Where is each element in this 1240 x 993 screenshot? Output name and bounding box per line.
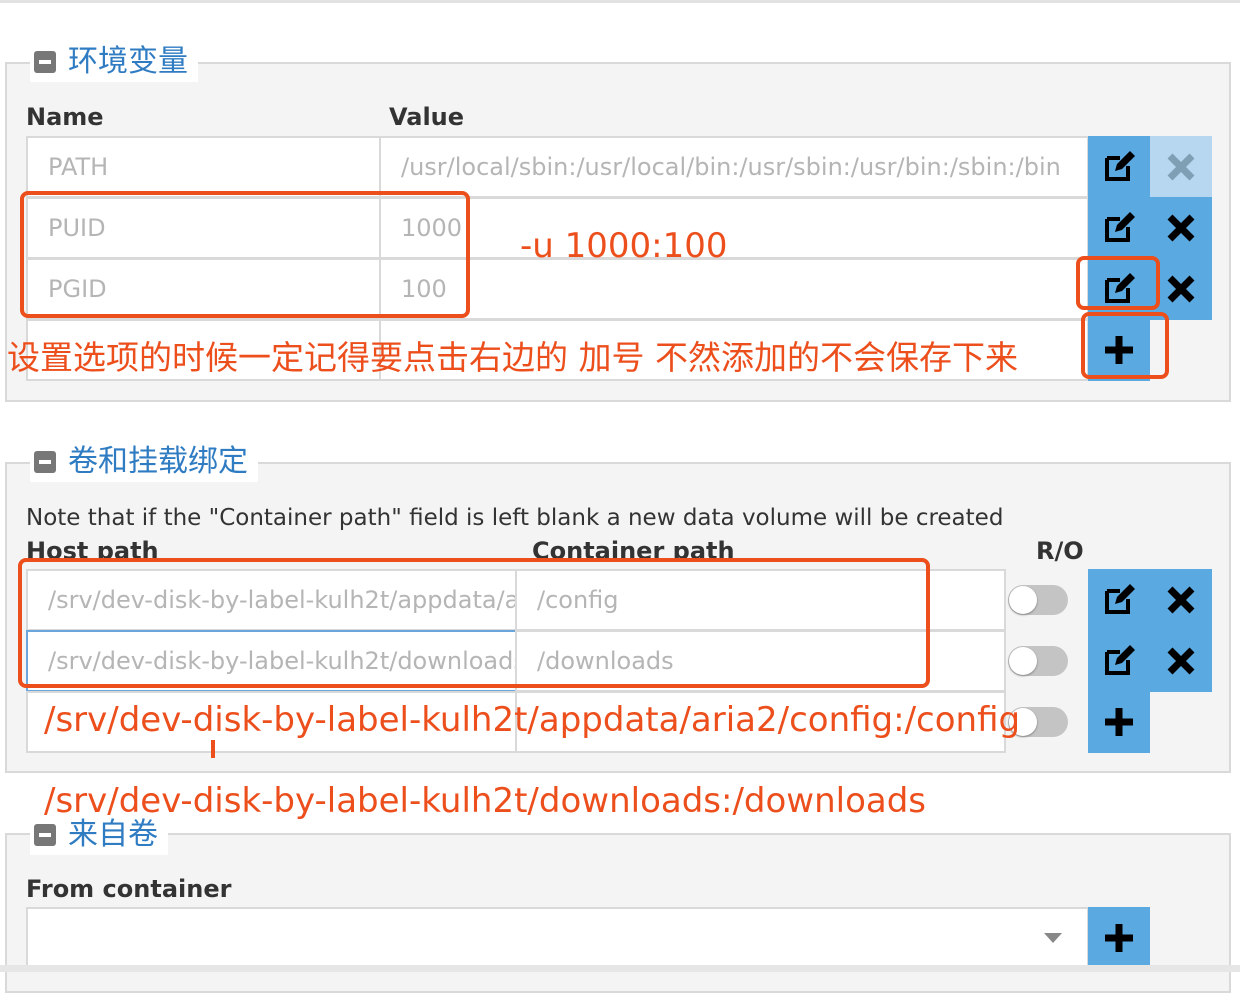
env-name-input[interactable]: PATH <box>26 136 381 198</box>
column-header-value: Value <box>389 103 465 131</box>
annotation-uid-gid-box <box>20 191 470 318</box>
annotation-save-hint: 设置选项的时候一定记得要点击右边的 加号 不然添加的不会保存下来 <box>7 338 1018 377</box>
section-title: 来自卷 <box>68 817 158 852</box>
edit-icon <box>1105 151 1135 181</box>
close-icon <box>1167 153 1195 181</box>
edit-button[interactable] <box>1088 569 1150 631</box>
delete-button[interactable] <box>1150 136 1212 198</box>
edit-icon <box>1105 212 1135 242</box>
close-icon <box>1167 586 1195 614</box>
annotation-edit-box <box>1076 256 1160 310</box>
add-from-container-button[interactable] <box>1088 907 1150 969</box>
env-variables-legend[interactable]: 环境变量 <box>30 42 198 82</box>
minus-square-icon[interactable] <box>34 824 56 846</box>
minus-square-icon[interactable] <box>34 451 56 473</box>
column-header-host-path: Host path <box>26 537 159 559</box>
annotation-config-mapping: /srv/dev-disk-by-label-kulh2t/appdata/ar… <box>44 700 1021 740</box>
volumes-from-legend[interactable]: 来自卷 <box>30 815 168 855</box>
add-volume-button[interactable] <box>1088 691 1150 753</box>
delete-button[interactable] <box>1150 630 1212 692</box>
env-value-input[interactable]: 100 <box>379 258 1089 320</box>
close-icon <box>1167 647 1195 675</box>
column-header-ro: R/O <box>1036 537 1084 565</box>
edit-icon <box>1105 645 1135 675</box>
section-title: 卷和挂载绑定 <box>68 444 248 479</box>
annotation-mark <box>211 740 215 758</box>
top-divider <box>0 0 1240 3</box>
volumes-note: Note that if the "Container path" field … <box>26 505 1004 531</box>
bottom-bar <box>0 965 1240 972</box>
plus-icon <box>1105 924 1133 952</box>
env-value-input[interactable]: /usr/local/sbin:/usr/local/bin:/usr/sbin… <box>379 136 1089 198</box>
plus-icon <box>1105 708 1133 736</box>
annotation-downloads-mapping: /srv/dev-disk-by-label-kulh2t/downloads:… <box>44 781 927 821</box>
annotation-add-box <box>1081 312 1169 379</box>
edit-icon <box>1105 584 1135 614</box>
close-icon <box>1167 275 1195 303</box>
section-title: 环境变量 <box>68 44 188 79</box>
edit-button[interactable] <box>1088 197 1150 259</box>
minus-square-icon[interactable] <box>34 51 56 73</box>
edit-button[interactable] <box>1088 136 1150 198</box>
chevron-down-icon[interactable] <box>1044 933 1062 943</box>
read-only-toggle[interactable] <box>1008 585 1068 615</box>
from-container-select[interactable] <box>26 907 1089 969</box>
column-header-container-path: Container path <box>532 537 735 559</box>
close-icon <box>1167 214 1195 242</box>
volumes-legend[interactable]: 卷和挂载绑定 <box>30 442 258 482</box>
edit-button[interactable] <box>1088 630 1150 692</box>
env-value-input[interactable]: 1000 <box>379 197 1089 259</box>
annotation-volumes-box <box>18 558 930 688</box>
read-only-toggle[interactable] <box>1008 646 1068 676</box>
column-header-name: Name <box>26 103 104 131</box>
column-header-from-container: From container <box>26 875 232 903</box>
delete-button[interactable] <box>1150 197 1212 259</box>
delete-button[interactable] <box>1150 569 1212 631</box>
annotation-uid-gid: -u 1000:100 <box>520 226 728 266</box>
